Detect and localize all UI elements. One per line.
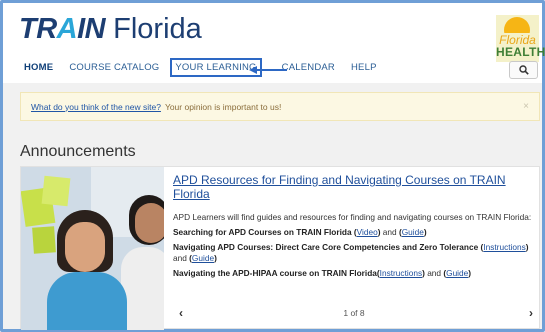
announcement-item-navigating: Navigating APD Courses: Direct Care Core… (173, 242, 529, 263)
announcement-title-link[interactable]: APD Resources for Finding and Navigating… (173, 173, 535, 201)
chevron-right-icon[interactable]: › (529, 306, 533, 320)
announcement-intro: APD Learners will find guides and resour… (173, 212, 532, 222)
feedback-message: Your opinion is important to us! (164, 101, 282, 112)
logo-florida-text: Florida (113, 13, 202, 45)
nav-calendar[interactable]: CALENDAR (282, 62, 335, 73)
nav-help[interactable]: HELP (351, 62, 377, 73)
nav-your-learning[interactable]: YOUR LEARNING (170, 58, 262, 77)
main-nav: HOME COURSE CATALOG YOUR LEARNING CALEND… (24, 58, 393, 77)
announcement-photo (21, 167, 164, 330)
guide-link[interactable]: Guide (446, 268, 468, 278)
annotation-arrow-icon (249, 66, 287, 74)
feedback-link[interactable]: What do you think of the new site? (31, 102, 161, 112)
logo-train-text: TRAIN (19, 13, 106, 45)
announcement-content: APD Resources for Finding and Navigating… (173, 173, 535, 283)
announcement-item-hipaa: Navigating the APD-HIPAA course on TRAIN… (173, 268, 472, 278)
search-icon (518, 65, 529, 75)
search-button[interactable] (509, 61, 538, 79)
feedback-alert: What do you think of the new site? Your … (20, 92, 540, 121)
video-link[interactable]: Video (357, 227, 378, 237)
announcement-item-searching: Searching for APD Courses on TRAIN Flori… (173, 227, 427, 237)
pager-position: 1 of 8 (343, 308, 365, 318)
close-icon[interactable]: × (523, 101, 529, 112)
instructions-link[interactable]: Instructions (380, 268, 422, 278)
guide-link[interactable]: Guide (192, 253, 214, 263)
nav-course-catalog[interactable]: COURSE CATALOG (69, 62, 159, 73)
sun-icon (504, 15, 530, 33)
guide-link[interactable]: Guide (402, 227, 424, 237)
carousel-pager: ‹ 1 of 8 › (171, 305, 537, 323)
instructions-link[interactable]: Instructions (483, 242, 525, 252)
announcement-card: APD Resources for Finding and Navigating… (20, 166, 540, 330)
florida-health-logo: Florida HEALTH (496, 15, 545, 62)
announcements-heading: Announcements (20, 143, 136, 160)
train-florida-logo[interactable]: TRAIN Florida (19, 15, 202, 44)
nav-home[interactable]: HOME (24, 62, 53, 73)
